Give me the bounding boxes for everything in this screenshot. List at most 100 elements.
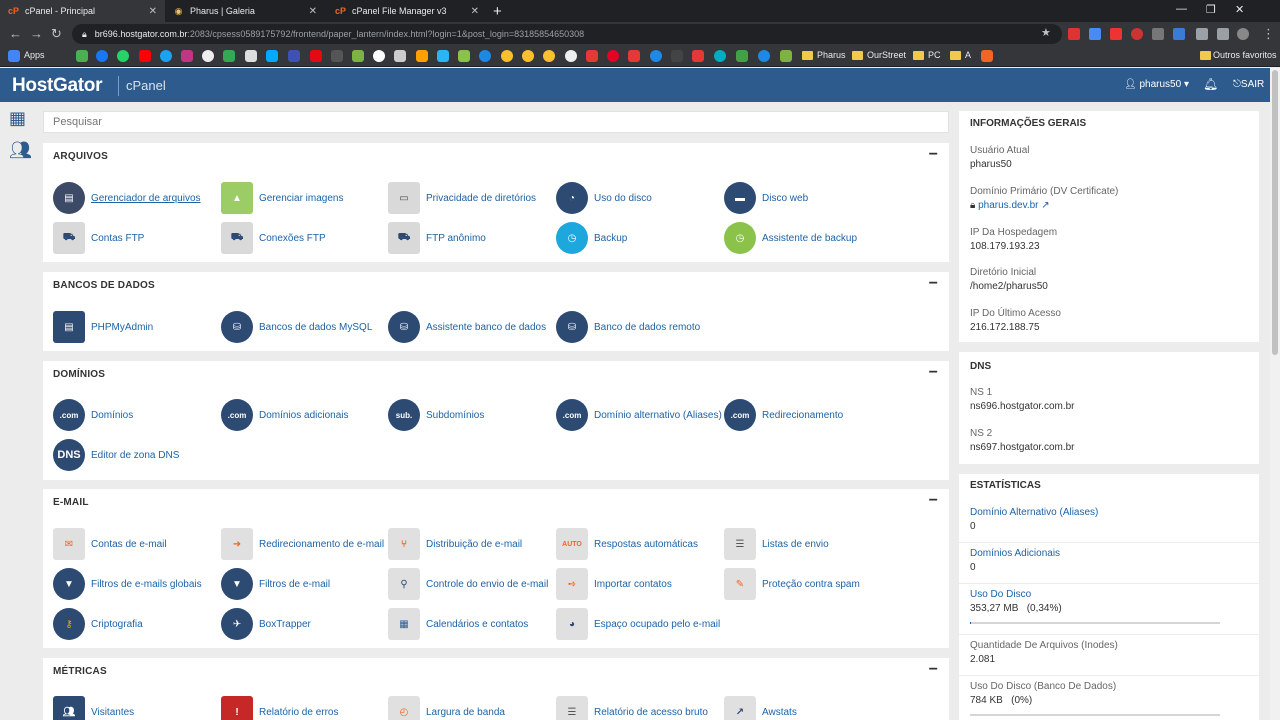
back-arrow-icon[interactable]: ← <box>9 26 22 41</box>
addon-domains-link[interactable]: .com Domínios adicionais <box>221 398 349 432</box>
disk-usage-link[interactable]: ◔ Uso do disco <box>556 181 652 215</box>
bookmark-icon[interactable] <box>736 50 748 62</box>
forward-arrow-icon[interactable]: → <box>30 26 43 41</box>
github-icon[interactable] <box>565 50 577 62</box>
instagram-icon[interactable] <box>181 50 193 62</box>
logout-button[interactable]: ⎋SAIR <box>1233 79 1264 90</box>
bookmark-icon[interactable] <box>714 50 726 62</box>
bookmark-star-icon[interactable]: ★ <box>1041 26 1051 39</box>
browser-tab-cpanel-principal[interactable]: cP cPanel - Principal ✕ <box>0 0 165 22</box>
email-disk-usage-link[interactable]: ◕ Espaço ocupado pelo e-mail <box>556 607 720 641</box>
page-scrollbar[interactable] <box>1270 68 1280 720</box>
bandwidth-link[interactable]: ◴ Largura de banda <box>388 695 505 720</box>
collapse-icon[interactable]: − <box>929 275 938 293</box>
visitors-link[interactable]: 👥︎ Visitantes <box>53 695 134 720</box>
primary-domain-link[interactable]: pharus.dev.br <box>978 200 1038 211</box>
profile-avatar[interactable] <box>1237 28 1249 40</box>
bookmark-folder-pc[interactable]: PC <box>928 50 941 60</box>
subdomains-link[interactable]: sub. Subdomínios <box>388 398 484 432</box>
address-bar[interactable]: 🔒︎ br696.hostgator.com.br:2083/cpsess058… <box>72 24 1062 44</box>
aliases-link[interactable]: .com Domínio alternativo (Aliases) <box>556 398 722 432</box>
search-input[interactable] <box>43 111 949 133</box>
domains-link[interactable]: .com Domínios <box>53 398 133 432</box>
primary-domain-value[interactable]: 🔒︎ pharus.dev.br ↗ <box>959 197 1259 211</box>
user-menu[interactable]: 👤︎ pharus50 ▾ <box>1124 79 1189 90</box>
pinterest-icon[interactable] <box>607 50 619 62</box>
close-icon[interactable]: ✕ <box>309 6 317 17</box>
facebook-icon[interactable] <box>96 50 108 62</box>
bookmark-icon[interactable] <box>76 50 88 62</box>
cpanel-icon[interactable] <box>981 50 993 62</box>
collapse-icon[interactable]: − <box>929 661 938 679</box>
bookmark-icon[interactable] <box>373 50 385 62</box>
email-accounts-link[interactable]: ✉ Contas de e-mail <box>53 527 167 561</box>
netflix-icon[interactable] <box>310 50 322 62</box>
autoresponders-link[interactable]: AUTO Respostas automáticas <box>556 527 698 561</box>
collapse-icon[interactable]: − <box>929 492 938 510</box>
ftp-accounts-link[interactable]: ⛟ Contas FTP <box>53 221 144 255</box>
redirects-link[interactable]: .com Redirecionamento <box>724 398 843 432</box>
bookmark-icon[interactable] <box>692 50 704 62</box>
minimize-button[interactable]: — <box>1176 3 1187 15</box>
new-tab-button[interactable]: + <box>493 3 502 20</box>
email-forwarders-link[interactable]: ➜ Redirecionamento de e-mail <box>221 527 384 561</box>
bookmark-icon[interactable] <box>671 50 683 62</box>
pdf-extension-icon[interactable] <box>1110 28 1122 40</box>
email-deliverability-link[interactable]: ⚲ Controle do envio de e-mail <box>388 567 548 601</box>
bookmark-icon[interactable] <box>522 50 534 62</box>
bookmark-icon[interactable] <box>331 50 343 62</box>
mysql-databases-link[interactable]: ⛁ Bancos de dados MySQL <box>221 310 372 344</box>
bookmark-icon[interactable] <box>352 50 364 62</box>
file-manager-link[interactable]: ▤ Gerenciador de arquivos <box>53 181 201 215</box>
whatsapp-icon[interactable] <box>117 50 129 62</box>
youtube-icon[interactable] <box>139 50 151 62</box>
bookmark-icon[interactable] <box>437 50 449 62</box>
bookmark-icon[interactable] <box>650 50 662 62</box>
external-link-icon[interactable]: ↗ <box>1041 200 1049 211</box>
database-wizard-link[interactable]: ⛁ Assistente banco de dados <box>388 310 546 344</box>
bookmark-icon[interactable] <box>628 50 640 62</box>
bookmark-icon[interactable] <box>501 50 513 62</box>
twitter-icon[interactable] <box>160 50 172 62</box>
apps-grid-icon[interactable] <box>8 50 20 62</box>
collapse-icon[interactable]: − <box>929 364 938 382</box>
scrollbar-thumb[interactable] <box>1272 70 1278 355</box>
boxtrapper-link[interactable]: ✈ BoxTrapper <box>221 607 311 641</box>
raw-access-link[interactable]: ☰ Relatório de acesso bruto <box>556 695 708 720</box>
bookmark-other[interactable]: Outros favoritos <box>1213 50 1277 60</box>
window-close-button[interactable]: ✕ <box>1235 3 1244 16</box>
browser-tab-pharus-galeria[interactable]: ◉ Pharus | Galeria ✕ <box>165 0 325 22</box>
adblock-extension-icon[interactable] <box>1068 28 1080 40</box>
backup-wizard-link[interactable]: ◷ Assistente de backup <box>724 221 857 255</box>
images-link[interactable]: ▲ Gerenciar imagens <box>221 181 343 215</box>
bookmark-apps[interactable]: Apps <box>24 50 45 60</box>
users-icon[interactable]: 👥︎ <box>9 140 32 161</box>
mailing-lists-link[interactable]: ☰ Listas de envio <box>724 527 829 561</box>
extension-icon[interactable] <box>1173 28 1185 40</box>
aliases-stat-link[interactable]: Domínio Alternativo (Aliases) <box>959 507 1259 518</box>
close-icon[interactable]: ✕ <box>471 6 479 17</box>
reload-icon[interactable]: ↻ <box>51 26 62 42</box>
anonymous-ftp-link[interactable]: ⛟ FTP anônimo <box>388 221 486 255</box>
bookmark-folder-ourstreet[interactable]: OurStreet <box>867 50 906 60</box>
calendars-contacts-link[interactable]: ▦ Calendários e contatos <box>388 607 528 641</box>
disk-usage-stat-link[interactable]: Uso Do Disco <box>959 589 1259 600</box>
phpmyadmin-link[interactable]: ▤ PHPMyAdmin <box>53 310 153 344</box>
bookmark-icon[interactable] <box>758 50 770 62</box>
bookmark-icon[interactable] <box>266 50 278 62</box>
bookmark-icon[interactable] <box>586 50 598 62</box>
bookmark-icon[interactable] <box>479 50 491 62</box>
extension-icon[interactable] <box>1152 28 1164 40</box>
import-contacts-link[interactable]: ➺ Importar contatos <box>556 567 672 601</box>
bookmark-icon[interactable] <box>416 50 428 62</box>
email-routing-link[interactable]: ⑂ Distribuição de e-mail <box>388 527 522 561</box>
browser-tab-file-manager[interactable]: cP cPanel File Manager v3 ✕ <box>327 0 487 22</box>
bookmark-icon[interactable] <box>780 50 792 62</box>
encryption-link[interactable]: ⚷ Criptografia <box>53 607 143 641</box>
bookmark-icon[interactable] <box>458 50 470 62</box>
bookmark-icon[interactable] <box>202 50 214 62</box>
extension-icon[interactable] <box>1131 28 1143 40</box>
hostgator-logo[interactable]: HostGator <box>12 75 103 97</box>
bookmark-icon[interactable] <box>288 50 300 62</box>
close-icon[interactable]: ✕ <box>149 6 157 17</box>
